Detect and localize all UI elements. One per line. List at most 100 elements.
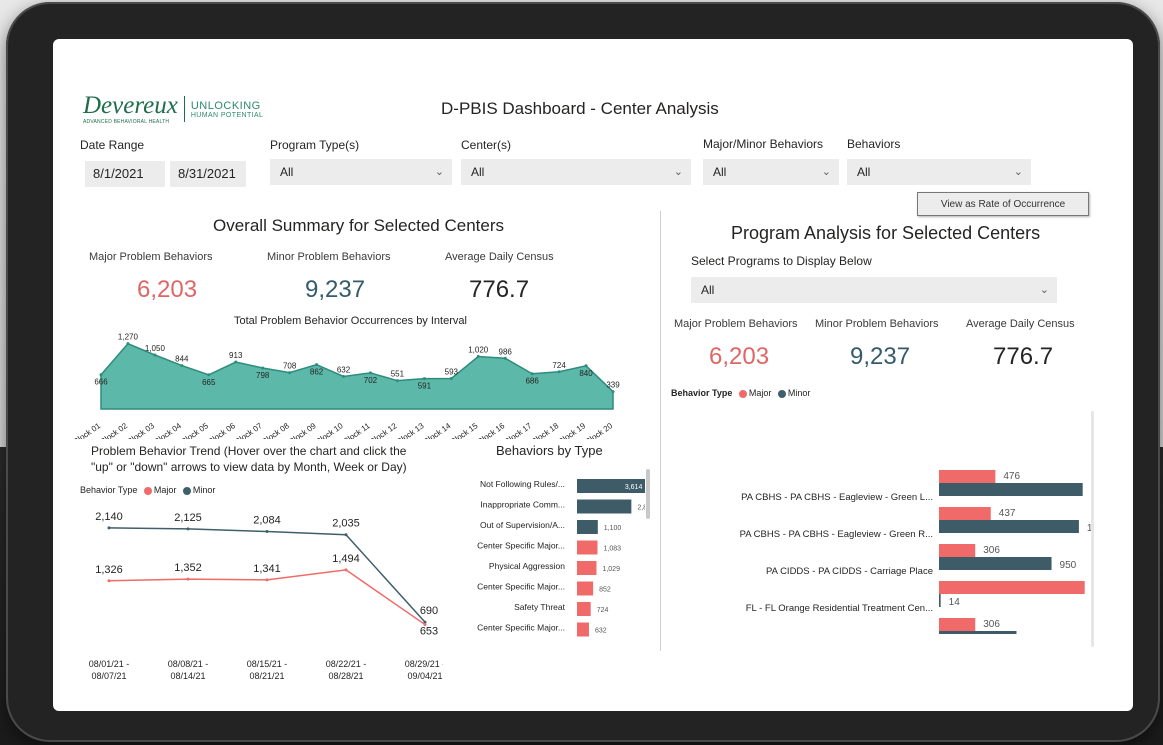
behaviors-value: All	[857, 165, 871, 179]
bytype-data-label: 1,083	[603, 546, 621, 553]
interval-point	[476, 355, 480, 359]
tablet-frame: Devereux ADVANCED BEHAVIORAL HEALTH UNLO…	[6, 2, 1160, 742]
bytype-data-label: 724	[597, 607, 609, 614]
interval-tick-label: Block 02	[99, 421, 130, 439]
overall-census-label: Average Daily Census	[445, 251, 554, 263]
logo-tagline-1: UNLOCKING	[190, 99, 261, 112]
interval-tick-label: Block 07	[234, 421, 265, 439]
trend-data-label: 1,341	[253, 563, 281, 575]
interval-point	[342, 374, 346, 378]
trend-legend-major[interactable]: Major	[154, 485, 177, 495]
bytype-data-label: 1,100	[604, 525, 622, 532]
interval-tick-label: Block 13	[395, 421, 426, 439]
interval-tick-label: Block 08	[260, 421, 291, 439]
trend-point	[186, 577, 190, 581]
behaviors-by-type-chart[interactable]: Not Following Rules/... 3,614 Inappropriat…	[445, 471, 645, 651]
bytype-bar	[577, 622, 589, 637]
program-legend-title: Behavior Type	[671, 388, 733, 398]
program-legend-major[interactable]: Major	[749, 388, 772, 398]
trend-line-major	[108, 569, 426, 626]
center-value: All	[471, 165, 485, 179]
interval-tick-label: Block 17	[503, 421, 534, 439]
interval-point	[395, 379, 399, 383]
interval-data-label: 986	[499, 347, 513, 356]
interval-tick-label: Block 14	[422, 421, 453, 439]
program-select-dropdown[interactable]: All ⌄	[691, 277, 1057, 303]
behaviors-dropdown[interactable]: All ⌄	[847, 159, 1031, 185]
trend-point	[107, 526, 111, 530]
program-bar-major	[939, 544, 976, 557]
trend-legend-minor[interactable]: Minor	[193, 485, 216, 495]
trend-tick-label-2: 08/28/21	[328, 671, 363, 681]
program-select-label: Select Programs to Display Below	[691, 254, 872, 268]
date-start-input[interactable]: 8/1/2021	[85, 161, 165, 187]
interval-data-label: 686	[525, 377, 539, 386]
program-bar-minor	[939, 557, 1052, 570]
trend-tick-label-2: 09/04/21	[407, 671, 442, 681]
program-census-value: 776.7	[993, 343, 1054, 370]
program-select-value: All	[701, 283, 715, 297]
interval-point	[261, 366, 265, 370]
interval-point	[368, 371, 372, 375]
bytype-data-label: 3,614	[625, 484, 643, 491]
interval-data-label: 840	[579, 369, 593, 378]
trend-data-label: 690	[420, 605, 438, 617]
trend-title-line2: "up" or "down" arrows to view data by Mo…	[91, 460, 407, 474]
trend-data-label: 653	[420, 626, 438, 638]
interval-data-label: 551	[391, 370, 405, 379]
interval-data-label: 593	[445, 368, 459, 377]
trend-data-label: 1,352	[174, 562, 202, 574]
bytype-bar	[577, 581, 594, 596]
trend-data-label: 2,084	[253, 515, 281, 527]
program-category-label: PA CBHS - PA CBHS - Eagleview - Green L.…	[741, 492, 933, 503]
overall-major-label: Major Problem Behaviors	[89, 251, 213, 263]
date-end-input[interactable]: 8/31/2021	[170, 161, 246, 187]
program-type-dropdown[interactable]: All ⌄	[270, 159, 452, 185]
interval-tick-label: Block 12	[368, 421, 399, 439]
rate-of-occurrence-button[interactable]: View as Rate of Occurrence	[917, 192, 1089, 216]
program-scrollbar[interactable]	[1091, 411, 1094, 647]
behaviors-scrollbar[interactable]	[646, 469, 650, 519]
interval-data-label: 1,050	[145, 344, 166, 353]
interval-point	[99, 373, 103, 377]
trend-title-line1: Problem Behavior Trend (Hover over the c…	[91, 444, 407, 458]
overall-minor-label: Minor Problem Behaviors	[267, 251, 391, 263]
bytype-data-label: 632	[595, 628, 607, 635]
interval-data-label: 1,020	[468, 346, 489, 355]
interval-point	[153, 353, 157, 357]
bytype-category-label: Inappropriate Comm...	[480, 500, 565, 510]
trend-tick-label-1: 08/15/21 -	[247, 659, 288, 669]
major-minor-value: All	[713, 165, 727, 179]
center-dropdown[interactable]: All ⌄	[461, 159, 691, 185]
program-category-label: FL - FL Orange Residential Treatment Cen…	[746, 603, 933, 614]
program-bar-minor	[939, 520, 1079, 533]
section-divider	[660, 211, 661, 651]
interval-area-chart: 666 Block 01 1,270 Block 02 1,050 Block 03 844…	[73, 333, 620, 439]
trend-chart-title: Problem Behavior Trend (Hover over the c…	[91, 443, 407, 475]
interval-data-label: 666	[94, 378, 108, 387]
program-legend: Behavior Type Major Minor	[671, 388, 810, 398]
interval-tick-label: Block 15	[449, 421, 480, 439]
bytype-category-label: Not Following Rules/...	[480, 479, 565, 489]
interval-data-label: 632	[337, 365, 351, 374]
program-bar-major	[939, 470, 996, 483]
interval-data-label: 798	[256, 371, 270, 380]
program-bar-minor	[939, 594, 941, 607]
interval-point	[234, 360, 238, 364]
program-legend-minor[interactable]: Minor	[788, 388, 811, 398]
interval-data-label: 844	[175, 355, 189, 364]
bytype-category-label: Center Specific Major...	[477, 582, 565, 592]
interval-tick-label: Block 03	[126, 421, 157, 439]
trend-line-chart[interactable]: 2,140 2,125 2,084 2,035 690 1,326 1,352 1,341 1,…	[73, 501, 443, 691]
major-minor-dropdown[interactable]: All ⌄	[703, 159, 839, 185]
minor-dot-icon	[182, 486, 191, 495]
bytype-category-label: Center Specific Major...	[477, 541, 565, 551]
program-bar-chart[interactable]: PA CBHS - PA CBHS - Eagleview - Green L.…	[671, 434, 1091, 634]
trend-tick-label-1: 08/08/21 -	[168, 659, 209, 669]
bytype-bar	[577, 499, 632, 514]
interval-data-label: 702	[364, 376, 378, 385]
program-minor-label: Minor Problem Behaviors	[815, 318, 939, 330]
interval-data-label: 591	[418, 382, 432, 391]
date-range-label: Date Range	[80, 138, 145, 152]
interval-point	[584, 364, 588, 368]
